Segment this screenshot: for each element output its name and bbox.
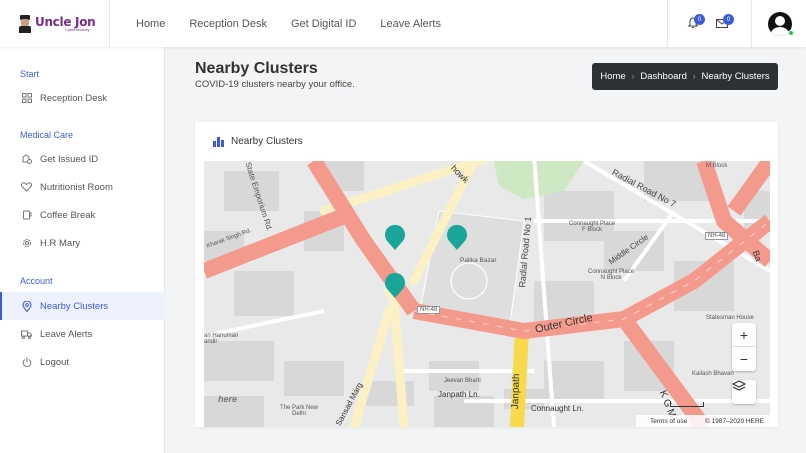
sidebar: Start Reception Desk Medical Care Get Is… <box>0 47 165 453</box>
card-header: Nearby Clusters <box>195 122 778 161</box>
gear-icon <box>21 238 32 249</box>
sidebar-item-nutritionist-room[interactable]: Nutritionist Room <box>0 173 165 201</box>
heart-icon <box>21 182 32 193</box>
uncle-jon-logo-icon <box>19 14 31 33</box>
online-status-dot <box>788 30 794 36</box>
sidebar-item-label: Nutritionist Room <box>40 181 113 193</box>
sidebar-item-leave-alerts[interactable]: Leave Alerts <box>0 320 165 348</box>
here-logo: here <box>218 394 238 404</box>
map-label-nh48-b: NH-48 <box>705 232 729 240</box>
sidebar-item-coffee-break[interactable]: Coffee Break <box>0 201 165 229</box>
page-subtitle: COVID-19 clusters nearby your office. <box>195 79 355 90</box>
zoom-out-button[interactable]: − <box>732 347 756 371</box>
sidebar-item-reception-desk[interactable]: Reception Desk <box>0 84 165 112</box>
scale-bar <box>670 402 704 407</box>
map-label-m-block: M Block <box>706 163 728 169</box>
top-nav: Home Reception Desk Get Digital ID Leave… <box>136 0 465 47</box>
map-label-connaught-ln: Connaught Ln. <box>531 404 584 413</box>
map-label-the-park: The Park New Delhi <box>280 405 319 417</box>
nav-get-digital-id[interactable]: Get Digital ID <box>291 18 356 30</box>
breadcrumb-home[interactable]: Home <box>600 71 625 82</box>
breadcrumb-separator-icon: › <box>692 72 696 81</box>
user-area <box>751 0 806 47</box>
notification-area: 0 0 <box>667 0 751 47</box>
layers-button[interactable] <box>732 380 756 404</box>
sidebar-item-label: Nearby Clusters <box>40 300 109 312</box>
truck-icon <box>21 329 32 340</box>
cluster-pin-icon[interactable] <box>446 223 468 251</box>
sidebar-item-hr-mary[interactable]: H.R Mary <box>0 229 165 257</box>
sidebar-section-account: Account <box>20 276 53 286</box>
map-label-palika-bazar: Palika Bazar <box>460 257 497 264</box>
page-title: Nearby Clusters <box>195 60 318 77</box>
sidebar-item-get-issued-id[interactable]: Get Issued ID <box>0 145 165 173</box>
cluster-pin-icon[interactable] <box>384 271 406 299</box>
notification-count-badge: 0 <box>694 14 705 25</box>
map-copyright: © 1987–2020 HERE <box>705 417 764 425</box>
map-label-hanuman-mandir: an Hanuman andir <box>204 333 239 345</box>
nav-leave-alerts[interactable]: Leave Alerts <box>380 18 441 30</box>
map-label-kailash-bhavan: Kailash Bhavan <box>692 371 734 377</box>
sidebar-item-label: Reception Desk <box>40 92 108 104</box>
sidebar-item-label: H.R Mary <box>40 237 81 249</box>
map-label-cp-n-block: Connaught Place N Block <box>588 269 635 281</box>
map-label-janpath-ln: Janpath Ln. <box>438 390 480 399</box>
brand-name: Uncle Jon <box>35 14 96 29</box>
map[interactable]: State Emporium Rd. Radial Road No 7 Radi… <box>204 161 770 427</box>
terms-of-use-link[interactable]: Terms of use <box>650 418 687 425</box>
sidebar-item-label: Get Issued ID <box>40 153 99 165</box>
dashboard-icon <box>21 93 32 104</box>
breadcrumb-dashboard[interactable]: Dashboard <box>640 71 686 82</box>
brand-subtitle: Cybersecurity <box>65 26 90 32</box>
zoom-controls: + − <box>732 323 756 371</box>
brand-logo[interactable]: Uncle Jon Cybersecurity <box>0 0 110 47</box>
sidebar-item-nearby-clusters[interactable]: Nearby Clusters <box>0 292 165 320</box>
mail-count-badge: 0 <box>723 14 734 25</box>
nav-home[interactable]: Home <box>136 18 165 30</box>
breadcrumb: Home › Dashboard › Nearby Clusters <box>592 63 778 90</box>
map-footer: Terms of use © 1987–2020 HERE <box>636 415 770 427</box>
sidebar-item-label: Coffee Break <box>40 209 96 221</box>
card-title: Nearby Clusters <box>231 136 303 147</box>
sidebar-section-start: Start <box>20 69 40 79</box>
sidebar-section-medical-care: Medical Care <box>20 130 74 140</box>
nearby-clusters-card: Nearby Clusters State Emporium Rd. Radia… <box>195 122 778 427</box>
map-label-cp-f-block: Connaught Place F Block <box>569 221 616 233</box>
map-canvas <box>204 161 770 427</box>
sidebar-item-logout[interactable]: Logout <box>0 348 165 376</box>
breadcrumb-separator-icon: › <box>631 72 635 81</box>
location-pin-icon <box>21 300 32 312</box>
breadcrumb-current: Nearby Clusters <box>701 71 770 82</box>
zoom-in-button[interactable]: + <box>732 323 756 347</box>
coffee-icon <box>21 210 32 221</box>
cluster-pin-icon[interactable] <box>384 223 406 251</box>
map-label-nh48-a: NH-48 <box>417 306 441 314</box>
layers-icon <box>732 380 746 391</box>
nav-reception-desk[interactable]: Reception Desk <box>189 18 267 30</box>
sidebar-item-label: Leave Alerts <box>40 328 93 340</box>
power-icon <box>21 357 32 368</box>
building-icon <box>213 136 224 147</box>
map-label-statesman-house: Statesman House <box>706 315 754 321</box>
top-bar: Uncle Jon Cybersecurity Home Reception D… <box>0 0 806 47</box>
id-icon <box>21 154 32 165</box>
sidebar-item-label: Logout <box>40 356 70 368</box>
map-label-janpath: Janpath <box>510 373 523 410</box>
map-label-jeevan-bharti: Jeevan Bharti <box>444 378 481 384</box>
